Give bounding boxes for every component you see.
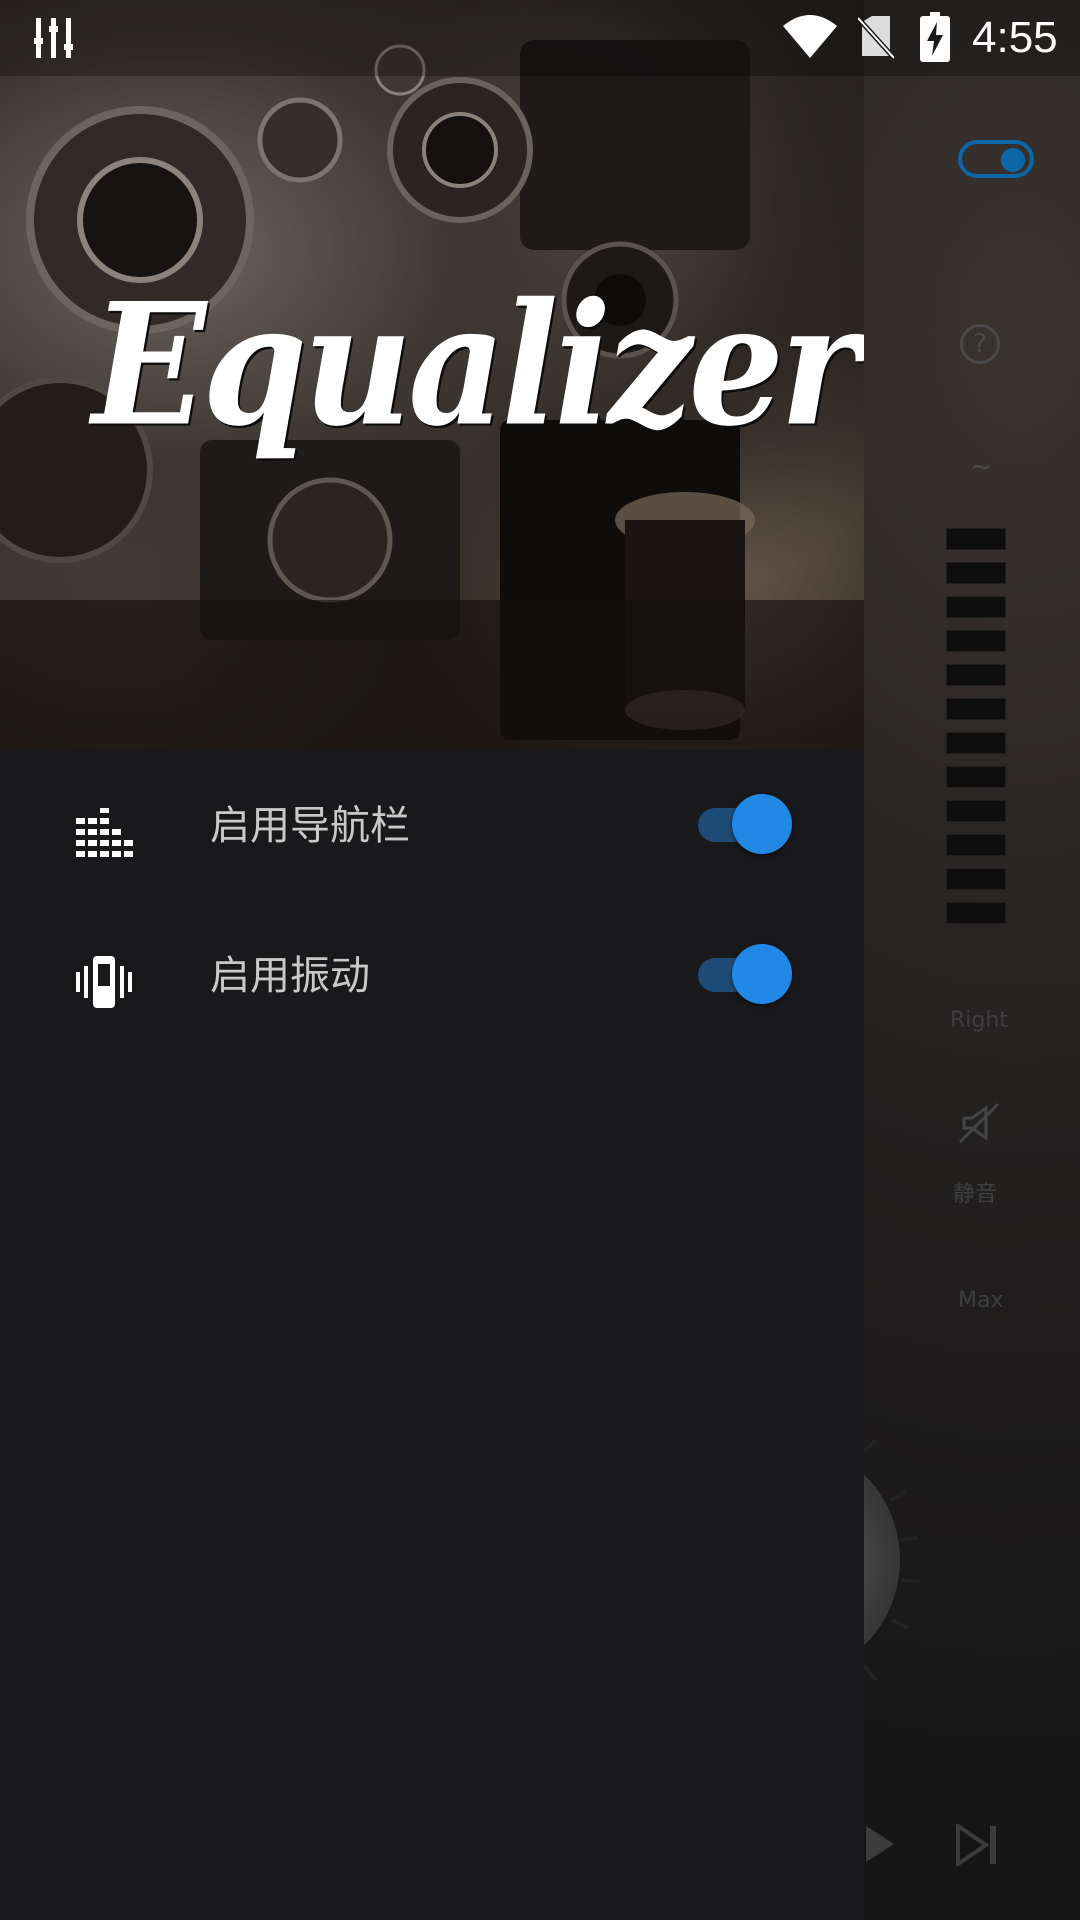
vibration-label: 启用振动 — [210, 953, 370, 999]
wave-icon: ~ — [970, 452, 992, 482]
navigation-drawer: Equalizer 启用导航栏 启用振动 — [0, 0, 864, 1920]
mute-icon[interactable] — [956, 1100, 1002, 1146]
app-logo-title: Equalizer — [92, 266, 859, 464]
no-sim-icon — [858, 16, 894, 60]
menu-item-vibration[interactable]: 启用振动 — [0, 900, 864, 1050]
clock: 4:55 — [972, 13, 1058, 62]
knob-ticks — [862, 1440, 921, 1680]
power-toggle[interactable] — [958, 140, 1034, 178]
navigation-bar-switch[interactable] — [698, 794, 794, 854]
equalizer-bars-icon — [76, 808, 133, 857]
battery-charging-icon — [920, 12, 950, 62]
drawer-header: Equalizer — [0, 0, 864, 750]
mute-label: 静音 — [953, 1182, 998, 1207]
switch-thumb — [732, 944, 792, 1004]
navigation-bar-label: 启用导航栏 — [210, 803, 410, 849]
vibration-switch[interactable] — [698, 944, 794, 1004]
skip-next-icon[interactable] — [956, 1824, 1000, 1866]
switch-thumb — [732, 794, 792, 854]
equalizer-icon — [34, 18, 73, 58]
max-label: Max — [958, 1288, 1004, 1313]
level-meter — [946, 528, 1006, 936]
help-icon[interactable]: ? — [960, 324, 1000, 364]
play-icon[interactable] — [864, 1824, 896, 1864]
menu-item-navigation-bar[interactable]: 启用导航栏 — [0, 750, 864, 900]
wifi-icon — [783, 15, 837, 58]
balance-right-label: Right — [950, 1008, 1008, 1033]
vibrate-icon — [76, 956, 132, 1008]
status-bar: 4:55 — [0, 0, 1080, 76]
